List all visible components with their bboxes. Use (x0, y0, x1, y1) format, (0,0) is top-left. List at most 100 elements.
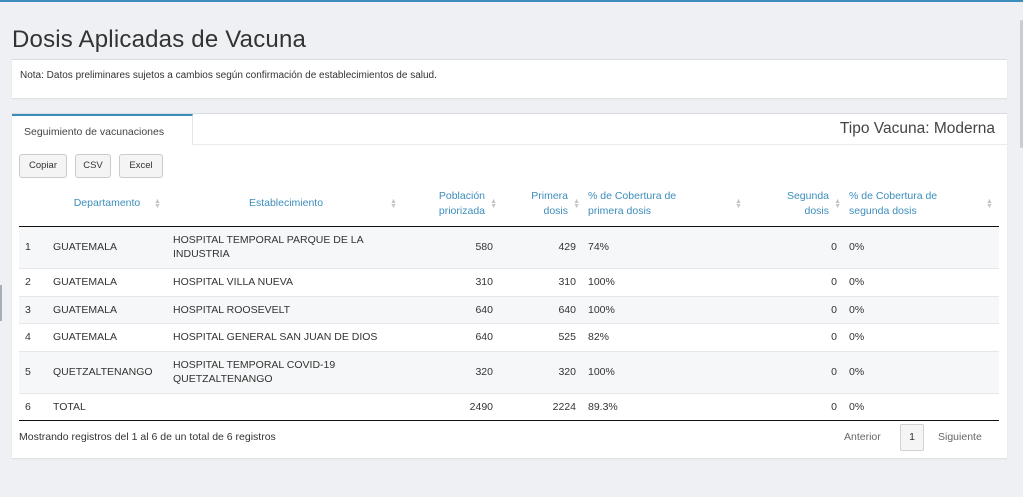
cell-index: 3 (19, 295, 47, 323)
table-info: Mostrando registros del 1 al 6 de un tot… (19, 431, 276, 443)
copy-button[interactable]: Copiar (19, 154, 67, 178)
header-cob-segunda-line2: segunda dosis (849, 204, 917, 217)
header-departamento[interactable]: Departamento ▲ ▼ (47, 182, 167, 227)
cell-departamento: QUETZALTENANGO (47, 350, 167, 393)
vaccination-table: Departamento ▲ ▼ Establecimiento ▲ ▼ Pobla… (19, 182, 999, 421)
cell-primera: 429 (499, 225, 582, 268)
table-row-total: 6 TOTAL 2490 2224 89.3% 0 0% (19, 392, 999, 421)
cell-departamento: GUATEMALA (47, 322, 167, 351)
cell-cob-segunda: 0% (843, 350, 999, 393)
pagination-previous[interactable]: Anterior (844, 431, 881, 443)
header-cobertura-segunda[interactable]: % de Cobertura de segunda dosis ▲ ▼ (843, 182, 999, 227)
header-poblacion-line1: Población (438, 189, 485, 202)
top-accent-line (0, 0, 1023, 2)
cell-segunda: 0 (750, 225, 843, 268)
header-primera-dosis[interactable]: Primera dosis ▲ ▼ (499, 182, 582, 227)
cell-cob-segunda: 0% (843, 225, 999, 268)
cell-establecimiento: HOSPITAL TEMPORAL PARQUE DE LA INDUSTRIA (167, 225, 405, 268)
cell-segunda: 0 (750, 392, 843, 421)
header-segunda-line2: dosis (804, 204, 829, 217)
header-segunda-line1: Segunda (786, 189, 829, 202)
sort-icon[interactable]: ▲ ▼ (834, 198, 841, 210)
cell-cob-segunda: 0% (843, 267, 999, 296)
header-cob-primera-line1: % de Cobertura de (588, 189, 677, 202)
cell-index: 4 (19, 322, 47, 351)
cell-index: 2 (19, 267, 47, 296)
header-segunda-dosis[interactable]: Segunda dosis ▲ ▼ (750, 182, 843, 227)
tab-seguimiento-vacunaciones[interactable]: Seguimiento de vacunaciones (12, 114, 193, 145)
cell-cob-primera: 100% (582, 350, 750, 393)
header-primera-line1: Primera (531, 189, 568, 202)
cell-poblacion: 640 (405, 322, 499, 351)
sort-icon[interactable]: ▲ ▼ (573, 198, 580, 210)
cell-cob-primera: 100% (582, 267, 750, 296)
sidebar-toggle-handle[interactable] (0, 285, 2, 321)
table-header-row: Departamento ▲ ▼ Establecimiento ▲ ▼ Pobla… (19, 182, 999, 227)
cell-poblacion: 320 (405, 350, 499, 393)
cell-cob-segunda: 0% (843, 295, 999, 323)
cell-segunda: 0 (750, 322, 843, 351)
sort-icon[interactable]: ▲ ▼ (390, 198, 397, 210)
csv-button[interactable]: CSV (75, 154, 111, 178)
header-cobertura-primera[interactable]: % de Cobertura de primera dosis ▲ ▼ (582, 182, 750, 227)
sort-icon[interactable]: ▲ ▼ (154, 198, 161, 210)
table-row: 2 GUATEMALA HOSPITAL VILLA NUEVA 310 310… (19, 267, 999, 296)
pagination-next[interactable]: Siguiente (938, 431, 982, 443)
cell-cob-primera: 89.3% (582, 392, 750, 421)
note-text: Nota: Datos preliminares sujetos a cambi… (20, 70, 437, 81)
cell-cob-segunda: 0% (843, 392, 999, 421)
cell-establecimiento: HOSPITAL ROOSEVELT (167, 295, 405, 323)
cell-establecimiento (167, 392, 405, 421)
cell-cob-primera: 74% (582, 225, 750, 268)
table-row: 3 GUATEMALA HOSPITAL ROOSEVELT 640 640 1… (19, 295, 999, 323)
cell-poblacion: 310 (405, 267, 499, 296)
cell-establecimiento: HOSPITAL TEMPORAL COVID-19 QUETZALTENANGO (167, 350, 405, 393)
cell-segunda: 0 (750, 295, 843, 323)
sort-icon[interactable]: ▲ ▼ (490, 198, 497, 210)
header-primera-line2: dosis (543, 204, 568, 217)
sort-icon[interactable]: ▲ ▼ (986, 198, 993, 210)
cell-primera: 640 (499, 295, 582, 323)
cell-poblacion: 640 (405, 295, 499, 323)
header-index (19, 182, 47, 227)
table-row: 5 QUETZALTENANGO HOSPITAL TEMPORAL COVID… (19, 350, 999, 393)
cell-departamento: GUATEMALA (47, 267, 167, 296)
excel-button[interactable]: Excel (119, 154, 163, 178)
cell-poblacion: 2490 (405, 392, 499, 421)
cell-establecimiento-line2: QUETZALTENANGO (173, 373, 273, 385)
cell-primera: 525 (499, 322, 582, 351)
cell-primera: 2224 (499, 392, 582, 421)
note-box: Nota: Datos preliminares sujetos a cambi… (12, 59, 1007, 98)
cell-departamento: GUATEMALA (47, 295, 167, 323)
header-poblacion-priorizada[interactable]: Población priorizada ▲ ▼ (405, 182, 499, 227)
cell-index: 5 (19, 350, 47, 393)
pagination-page-1[interactable]: 1 (900, 424, 924, 451)
cell-cob-primera: 82% (582, 322, 750, 351)
page-title: Dosis Aplicadas de Vacuna (12, 26, 307, 53)
cell-primera: 310 (499, 267, 582, 296)
table-row: 1 GUATEMALA HOSPITAL TEMPORAL PARQUE DE … (19, 225, 999, 268)
header-cob-primera-line2: primera dosis (588, 204, 652, 217)
cell-establecimiento: HOSPITAL VILLA NUEVA (167, 267, 405, 296)
tipo-vacuna-label: Tipo Vacuna: Moderna (839, 120, 995, 137)
cell-departamento: TOTAL (47, 392, 167, 421)
cell-establecimiento-line1: HOSPITAL TEMPORAL PARQUE DE LA (173, 234, 364, 246)
cell-index: 1 (19, 225, 47, 268)
cell-primera: 320 (499, 350, 582, 393)
cell-establecimiento-line2: INDUSTRIA (173, 248, 230, 260)
header-poblacion-line2: priorizada (438, 204, 485, 217)
header-cob-segunda-line1: % de Cobertura de (849, 189, 938, 202)
header-establecimiento[interactable]: Establecimiento ▲ ▼ (167, 182, 405, 227)
table-row: 4 GUATEMALA HOSPITAL GENERAL SAN JUAN DE… (19, 322, 999, 351)
tab-divider (193, 144, 1007, 145)
cell-cob-primera: 100% (582, 295, 750, 323)
cell-establecimiento-line1: HOSPITAL TEMPORAL COVID-19 (173, 359, 336, 371)
cell-establecimiento: HOSPITAL GENERAL SAN JUAN DE DIOS (167, 322, 405, 351)
sort-icon[interactable]: ▲ ▼ (735, 198, 742, 210)
cell-departamento: GUATEMALA (47, 225, 167, 268)
cell-poblacion: 580 (405, 225, 499, 268)
cell-cob-segunda: 0% (843, 322, 999, 351)
cell-index: 6 (19, 392, 47, 421)
cell-segunda: 0 (750, 267, 843, 296)
vaccination-card: Seguimiento de vacunaciones Tipo Vacuna:… (12, 113, 1007, 458)
